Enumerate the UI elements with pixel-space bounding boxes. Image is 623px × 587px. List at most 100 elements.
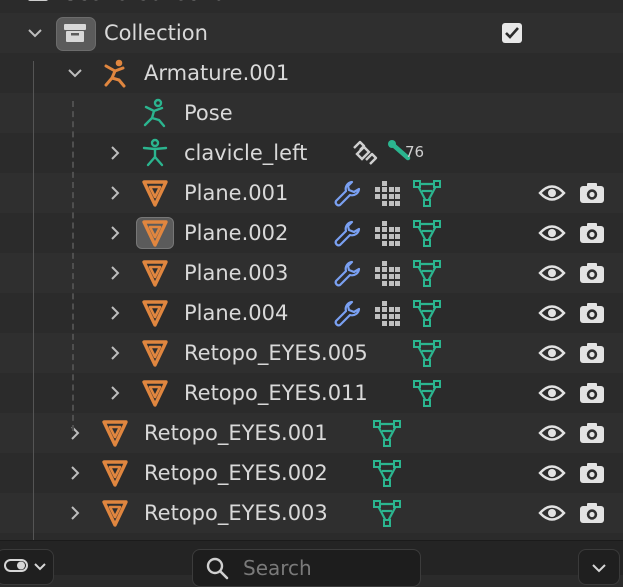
render-camera-icon[interactable] xyxy=(576,213,608,253)
visibility-eye-icon[interactable] xyxy=(536,493,568,533)
search-icon xyxy=(206,557,229,580)
expand-chevron-icon[interactable] xyxy=(64,413,86,453)
visibility-eye-icon[interactable] xyxy=(536,253,568,293)
bone-constraint-icon[interactable] xyxy=(346,133,380,173)
expand-chevron-icon[interactable] xyxy=(64,493,86,533)
wrench-modifier-icon[interactable] xyxy=(330,293,364,333)
visibility-eye-icon[interactable] xyxy=(536,453,568,493)
visibility-eye-icon[interactable] xyxy=(536,373,568,413)
mesh-object-icon[interactable] xyxy=(138,213,172,253)
vertex-groups-icon[interactable] xyxy=(370,173,404,213)
mesh-object-icon[interactable] xyxy=(138,373,172,413)
exclude-checkbox[interactable] xyxy=(496,13,528,53)
outliner-row-retopo-eyes-005[interactable]: Retopo_EYES.005 xyxy=(0,333,623,373)
mesh-object-icon[interactable] xyxy=(98,493,132,533)
mesh-object-icon[interactable] xyxy=(138,253,172,293)
collapse-chevron-icon[interactable] xyxy=(24,13,46,53)
visibility-eye-icon[interactable] xyxy=(536,413,568,453)
mesh-object-icon[interactable] xyxy=(138,333,172,373)
expand-chevron-icon[interactable] xyxy=(64,453,86,493)
mesh-data-icon[interactable] xyxy=(410,173,444,213)
object-name: Armature.001 xyxy=(144,61,290,85)
pose-bone-icon[interactable] xyxy=(138,133,172,173)
wrench-modifier-icon[interactable] xyxy=(330,253,364,293)
scene-collection-label: Scene Collection xyxy=(64,0,239,13)
outliner-row-retopo-eyes-001[interactable]: Retopo_EYES.001 xyxy=(0,413,623,453)
scene-collection-icon xyxy=(21,0,55,13)
mesh-data-icon[interactable] xyxy=(410,333,444,373)
object-name: Plane.001 xyxy=(184,181,289,205)
outliner-row-pose[interactable]: Pose xyxy=(0,93,623,133)
outliner-row-retopo-eyes-002[interactable]: Retopo_EYES.002 xyxy=(0,453,623,493)
mesh-data-icon[interactable] xyxy=(370,453,404,493)
outliner-row-retopo-eyes-011[interactable]: Retopo_EYES.011 xyxy=(0,373,623,413)
object-name: Retopo_EYES.005 xyxy=(184,341,368,365)
expand-chevron-icon[interactable] xyxy=(104,133,126,173)
object-name: Retopo_EYES.001 xyxy=(144,421,328,445)
tree-line xyxy=(33,61,34,540)
outliner-footer: Search xyxy=(0,540,623,587)
bone-name: clavicle_left xyxy=(184,141,308,165)
vertex-groups-icon[interactable] xyxy=(370,253,404,293)
tree-line-dashed xyxy=(72,101,74,431)
expand-chevron-icon[interactable] xyxy=(104,333,126,373)
render-camera-icon[interactable] xyxy=(576,333,608,373)
object-name: Plane.002 xyxy=(184,221,289,245)
render-camera-icon[interactable] xyxy=(576,253,608,293)
render-camera-icon[interactable] xyxy=(576,453,608,493)
render-camera-icon[interactable] xyxy=(576,173,608,213)
mesh-data-icon[interactable] xyxy=(370,493,404,533)
filter-dropdown-button[interactable] xyxy=(578,549,620,585)
filter-toggle-button[interactable] xyxy=(0,549,54,585)
object-name: Retopo_EYES.003 xyxy=(144,501,328,525)
mesh-object-icon[interactable] xyxy=(98,413,132,453)
search-field[interactable]: Search xyxy=(192,549,421,587)
expand-chevron-icon[interactable] xyxy=(104,253,126,293)
mesh-data-icon[interactable] xyxy=(410,293,444,333)
outliner-row-plane003[interactable]: Plane.003 xyxy=(0,253,623,293)
expand-chevron-icon[interactable] xyxy=(104,293,126,333)
outliner-row-plane002[interactable]: Plane.002 xyxy=(0,213,623,253)
collapse-chevron-icon[interactable] xyxy=(64,53,86,93)
object-name: Retopo_EYES.002 xyxy=(144,461,328,485)
outliner-panel: Scene Collection Collection Armature.00 xyxy=(0,0,623,540)
scene-collection-row[interactable]: Scene Collection xyxy=(0,0,623,13)
expand-chevron-icon[interactable] xyxy=(104,173,126,213)
outliner-row-plane001[interactable]: Plane.001 xyxy=(0,173,623,213)
render-camera-icon[interactable] xyxy=(576,293,608,333)
render-camera-icon[interactable] xyxy=(576,373,608,413)
object-name: Plane.003 xyxy=(184,261,289,285)
outliner-row-retopo-eyes-003[interactable]: Retopo_EYES.003 xyxy=(0,493,623,533)
vertex-groups-icon[interactable] xyxy=(370,293,404,333)
expand-chevron-icon[interactable] xyxy=(104,213,126,253)
pose-icon[interactable] xyxy=(138,93,172,133)
wrench-modifier-icon[interactable] xyxy=(330,173,364,213)
armature-icon[interactable] xyxy=(98,53,132,93)
visibility-eye-icon[interactable] xyxy=(536,293,568,333)
bone-count: 76 xyxy=(405,143,425,161)
collection-box-icon[interactable] xyxy=(58,13,92,53)
mesh-object-icon[interactable] xyxy=(138,173,172,213)
vertex-groups-icon[interactable] xyxy=(370,213,404,253)
visibility-eye-icon[interactable] xyxy=(536,333,568,373)
render-camera-icon[interactable] xyxy=(576,413,608,453)
collection-row[interactable]: Collection xyxy=(0,13,623,53)
render-camera-icon[interactable] xyxy=(576,493,608,533)
mesh-data-icon[interactable] xyxy=(410,373,444,413)
mesh-data-icon[interactable] xyxy=(410,213,444,253)
object-name: Plane.004 xyxy=(184,301,289,325)
mesh-data-icon[interactable] xyxy=(370,413,404,453)
chevron-down-icon xyxy=(592,564,606,573)
outliner-row-clavicle[interactable]: clavicle_left 76 xyxy=(0,133,623,173)
visibility-eye-icon[interactable] xyxy=(536,173,568,213)
search-placeholder: Search xyxy=(243,556,312,580)
pose-label: Pose xyxy=(184,101,233,125)
wrench-modifier-icon[interactable] xyxy=(330,213,364,253)
outliner-row-armature[interactable]: Armature.001 xyxy=(0,53,623,93)
expand-chevron-icon[interactable] xyxy=(104,373,126,413)
outliner-row-plane004[interactable]: Plane.004 xyxy=(0,293,623,333)
mesh-data-icon[interactable] xyxy=(410,253,444,293)
mesh-object-icon[interactable] xyxy=(98,453,132,493)
visibility-eye-icon[interactable] xyxy=(536,213,568,253)
mesh-object-icon[interactable] xyxy=(138,293,172,333)
